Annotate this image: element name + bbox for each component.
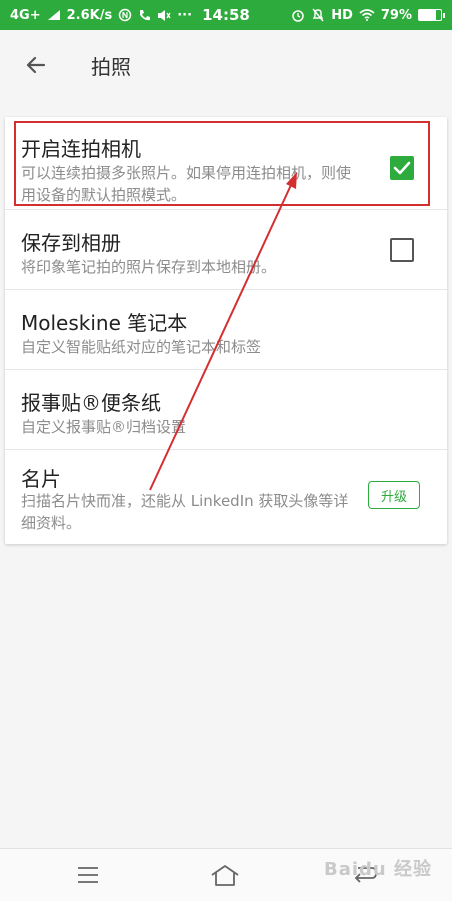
setting-row-save-to-album[interactable]: 保存到相册 将印象笔记拍的照片保存到本地相册。 [5,210,447,290]
watermark: Baidu 经验 [323,859,432,880]
status-left: 4G+ 2.6K/s ··· [10,8,192,23]
signal-icon [47,9,61,21]
home-icon [211,865,239,886]
setting-row-moleskine[interactable]: Moleskine 笔记本 自定义智能贴纸对应的笔记本和标签 [5,290,447,370]
wifi-icon [359,9,375,21]
menu-button[interactable] [73,861,103,889]
network-speed: 2.6K/s [66,7,113,23]
setting-title: 报事贴®便条纸 [21,391,161,415]
dnd-bell-icon [311,8,325,22]
setting-title: 保存到相册 [21,231,121,255]
setting-description: 将印象笔记拍的照片保存到本地相册。 [21,258,277,276]
battery-icon [418,9,445,21]
setting-description: 自定义智能贴纸对应的笔记本和标签 [21,338,262,356]
menu-icon [78,867,98,883]
home-button[interactable] [210,861,240,889]
setting-row-business-card[interactable]: 名片 扫描名片快而准，还能从 LinkedIn 获取头像等详细资料。 升级 [5,450,447,544]
network-type: 4G+ [10,7,41,23]
status-bar: 4G+ 2.6K/s ··· 14:58 HD 79% [0,0,452,30]
nfc-icon [118,8,132,22]
battery-percent: 79% [380,7,412,23]
system-nav-bar: Baidu 经验 [0,848,452,901]
mute-icon [157,9,171,22]
upgrade-button[interactable]: 升级 [368,481,420,509]
back-button[interactable] [11,40,61,90]
save-to-album-checkbox[interactable] [390,238,414,262]
status-right: HD 79% [291,7,445,23]
arrow-left-icon [26,56,46,74]
battery-fill [419,10,437,20]
annotation-highlight-box [14,121,430,206]
setting-description: 扫描名片快而准，还能从 LinkedIn 获取头像等详细资料。 [21,492,349,532]
setting-title: Moleskine 笔记本 [21,311,188,335]
alarm-icon [291,8,305,22]
page-title: 拍照 [91,54,131,79]
setting-row-post-it[interactable]: 报事贴®便条纸 自定义报事贴®归档设置 [5,370,447,450]
hd-label: HD [331,7,353,23]
setting-title: 名片 [21,467,61,491]
more-dots-icon: ··· [177,7,193,23]
top-app-bar: 拍照 [0,30,452,100]
phone-icon [138,9,151,22]
clock: 14:58 [202,6,250,24]
setting-description: 自定义报事贴®归档设置 [21,418,187,436]
